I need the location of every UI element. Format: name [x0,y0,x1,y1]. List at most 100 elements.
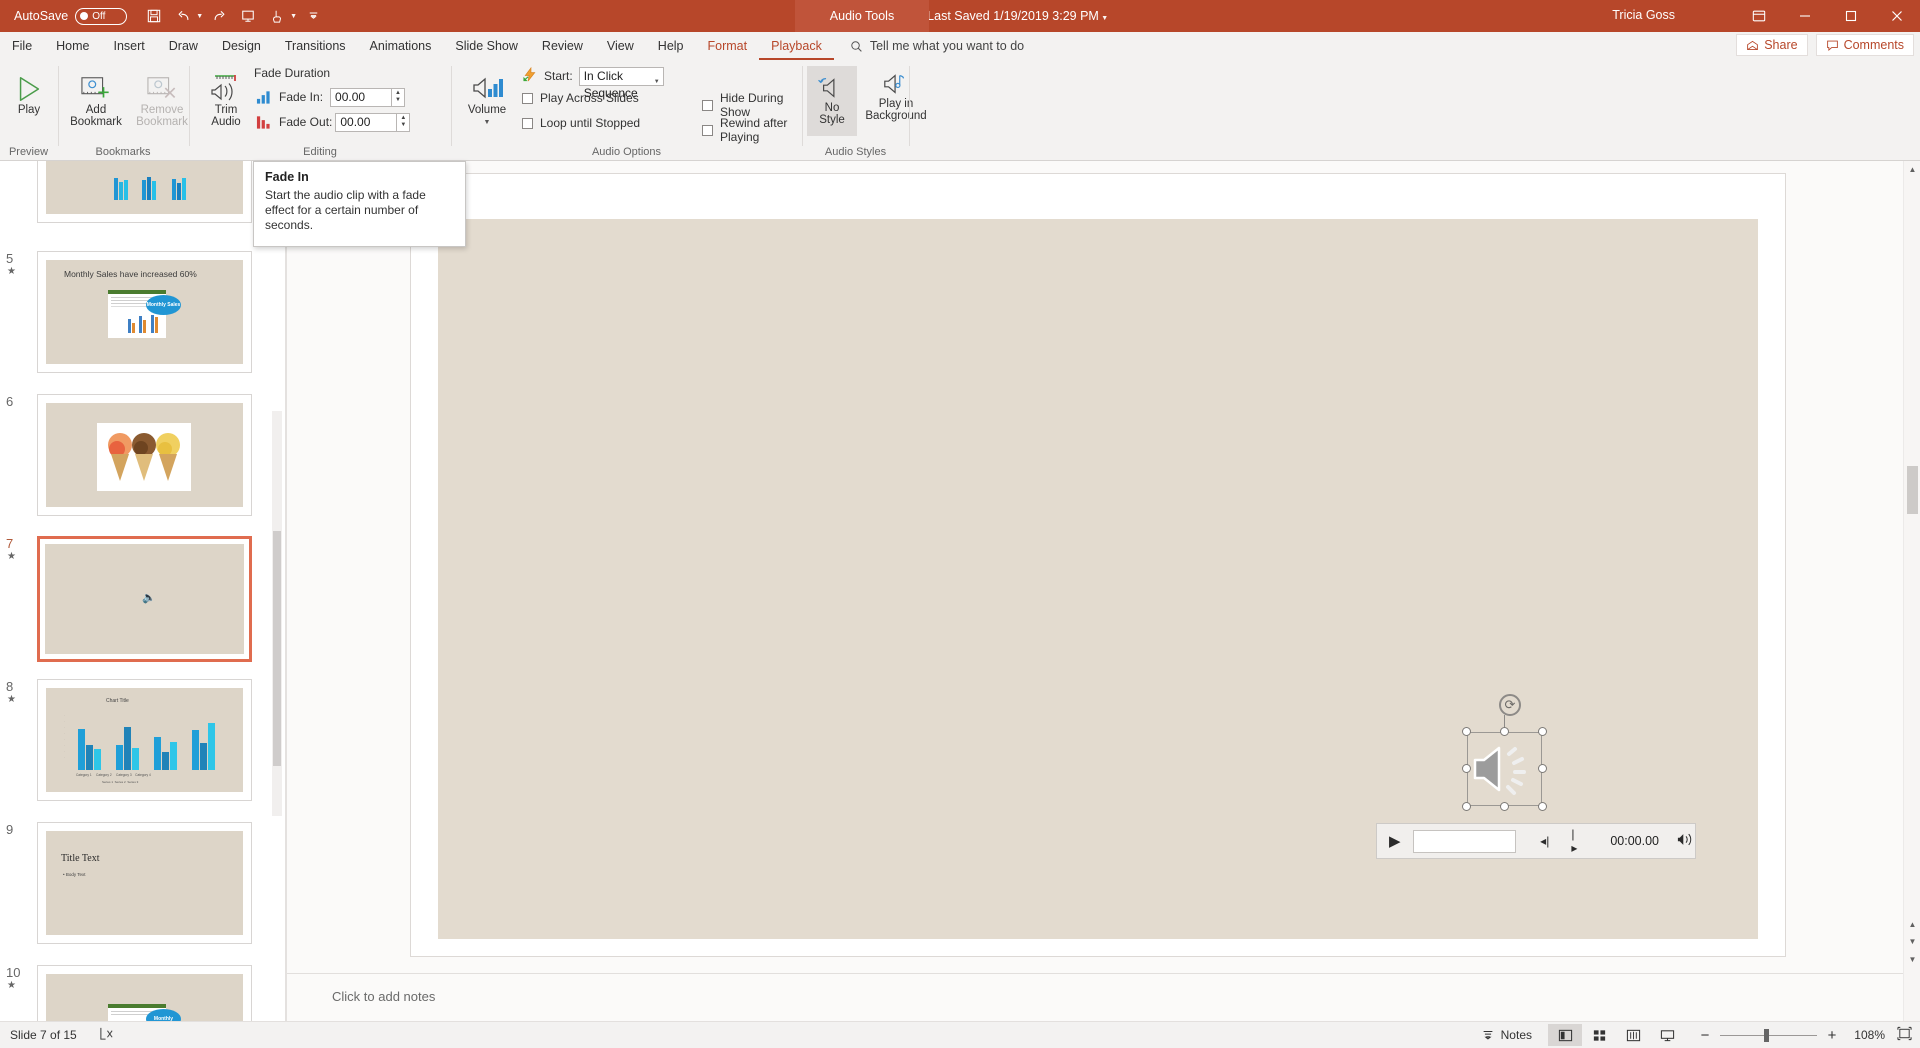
play-button[interactable]: Play [6,68,52,116]
tab-design[interactable]: Design [210,32,273,60]
no-style-button[interactable]: No Style [807,66,857,136]
add-bookmark-button[interactable]: Add Bookmark [65,68,127,128]
tab-animations[interactable]: Animations [358,32,444,60]
trim-audio-button[interactable]: Trim Audio [198,68,254,128]
tab-playback[interactable]: Playback [759,32,834,60]
zoom-percent[interactable]: 108% [1847,1028,1885,1042]
play-across-slides-checkbox[interactable]: Play Across Slides [522,91,639,105]
resize-handle-e[interactable] [1538,764,1547,773]
slideshow-button[interactable] [1650,1024,1684,1046]
tab-transitions[interactable]: Transitions [273,32,358,60]
saved-status[interactable]: Last Saved 1/19/2019 3:29 PM [927,9,1099,23]
thumbnail-card[interactable]: Monthly [37,965,252,1021]
notes-toggle-button[interactable]: Notes [1481,1028,1532,1042]
audio-player-control[interactable]: ▶ ◂| |▸ 00:00.00 [1376,823,1696,859]
notes-pane[interactable]: Click to add notes [287,973,1920,1021]
fade-in-spinner[interactable]: ▲ ▼ [392,87,406,107]
resize-handle-ne[interactable] [1538,727,1547,736]
fade-out-input[interactable]: 00.00 [335,112,398,132]
scrollbar-thumb[interactable] [1907,466,1918,514]
zoom-in-button[interactable]: + [1825,1027,1839,1044]
thumbnail-card[interactable]: Chart Title · · · · · · · · Category 1 C… [37,679,252,801]
autosave-control[interactable]: AutoSave Off [14,7,128,25]
player-volume-button[interactable] [1677,832,1695,850]
save-icon[interactable] [141,4,167,28]
play-in-background-button[interactable]: Play in Background [859,66,933,122]
fade-out-spinner[interactable]: ▲ ▼ [397,112,411,132]
resize-handle-nw[interactable] [1462,727,1471,736]
tab-format[interactable]: Format [696,32,760,60]
ribbon-tab-bar: File Home Insert Draw Design Transitions… [0,32,1920,60]
audio-object[interactable]: ⟳ [1462,694,1547,811]
fade-in-input[interactable]: 00.00 [330,87,393,107]
user-account-name[interactable]: Tricia Goss [1612,8,1675,22]
zoom-slider-track[interactable] [1720,1028,1817,1042]
resize-handle-se[interactable] [1538,802,1547,811]
tab-home[interactable]: Home [44,32,101,60]
comments-button[interactable]: Comments [1815,34,1914,56]
slide-counter[interactable]: Slide 7 of 15 [10,1028,77,1042]
close-button[interactable] [1874,0,1920,32]
tab-review[interactable]: Review [530,32,595,60]
tab-help[interactable]: Help [646,32,696,60]
mini-bar-chart [104,176,209,200]
checkbox-box [522,92,533,104]
player-forward-button[interactable]: |▸ [1571,827,1580,855]
normal-view-button[interactable] [1548,1024,1582,1046]
slide-thumbnail-pane[interactable]: 5 ★ Monthly Sales have increased 60% Mon… [0,161,285,1021]
start-combobox[interactable]: In Click Sequence ▼ [578,66,664,100]
volume-dropdown-icon[interactable]: ▼ [484,117,491,129]
previous-slide-button[interactable]: ▲ [1904,916,1920,933]
player-progress-track[interactable] [1412,829,1517,853]
player-play-button[interactable]: ▶ [1389,832,1401,850]
ribbon-display-options-button[interactable] [1736,0,1782,32]
slide-canvas[interactable]: ⟳ ▶ ◂| |▸ 00:00.00 [438,219,1758,939]
redo-icon[interactable] [206,4,232,28]
undo-icon[interactable] [170,4,196,28]
restore-button[interactable] [1828,0,1874,32]
reading-view-button[interactable] [1616,1024,1650,1046]
touch-mode-icon[interactable] [264,4,290,28]
zoom-control[interactable]: − + 108% [1698,1027,1885,1044]
tab-view[interactable]: View [595,32,646,60]
share-button[interactable]: Share [1736,34,1808,56]
zoom-slider-knob[interactable] [1764,1028,1769,1042]
customize-qat-icon[interactable] [300,4,326,28]
thumbnail-card[interactable] [37,394,252,516]
rewind-after-playing-checkbox[interactable]: Rewind after Playing [702,116,801,144]
minimize-button[interactable] [1782,0,1828,32]
zoom-out-button[interactable]: − [1698,1027,1712,1044]
hide-during-show-checkbox[interactable]: Hide During Show [702,91,801,119]
autosave-toggle[interactable]: Off [75,7,128,25]
editor-vertical-scrollbar[interactable]: ▲ ▲ ▼ ▼ [1903,161,1920,1021]
loop-until-stopped-checkbox[interactable]: Loop until Stopped [522,116,640,130]
start-slideshow-icon[interactable] [235,4,261,28]
thumbnail-card[interactable]: Title Text • Body Text [37,822,252,944]
tab-file[interactable]: File [0,32,44,60]
scroll-down-button[interactable]: ▼ [1904,951,1920,968]
thumbnail-card[interactable] [37,161,252,223]
tab-insert[interactable]: Insert [102,32,157,60]
resize-handle-s[interactable] [1500,802,1509,811]
player-back-button[interactable]: ◂| [1540,834,1549,848]
thumbnail-card[interactable]: Monthly Sales have increased 60% Monthly… [37,251,252,373]
accessibility-checker-icon[interactable] [99,1026,114,1044]
tab-slide-show[interactable]: Slide Show [443,32,530,60]
resize-handle-w[interactable] [1462,764,1471,773]
thumbnail-card-selected[interactable]: 🔈 [37,536,252,662]
thumbnail-scrollbar-thumb[interactable] [273,531,281,766]
next-slide-button[interactable]: ▼ [1904,933,1920,950]
rotate-handle[interactable]: ⟳ [1499,694,1521,716]
volume-button[interactable]: Volume ▼ [458,68,516,129]
undo-dropdown-icon[interactable]: ▼ [196,13,203,20]
touch-mode-dropdown-icon[interactable]: ▼ [290,13,297,20]
fit-to-window-icon[interactable] [1897,1026,1912,1044]
saved-status-dropdown-icon[interactable]: ▼ [1099,15,1108,22]
resize-handle-sw[interactable] [1462,802,1471,811]
thumbnail-preview: Title Text • Body Text [46,831,243,935]
slide-sorter-button[interactable] [1582,1024,1616,1046]
tell-me-search[interactable]: Tell me what you want to do [850,39,1024,53]
tab-draw[interactable]: Draw [157,32,210,60]
resize-handle-n[interactable] [1500,727,1509,736]
scroll-up-button[interactable]: ▲ [1904,161,1920,178]
